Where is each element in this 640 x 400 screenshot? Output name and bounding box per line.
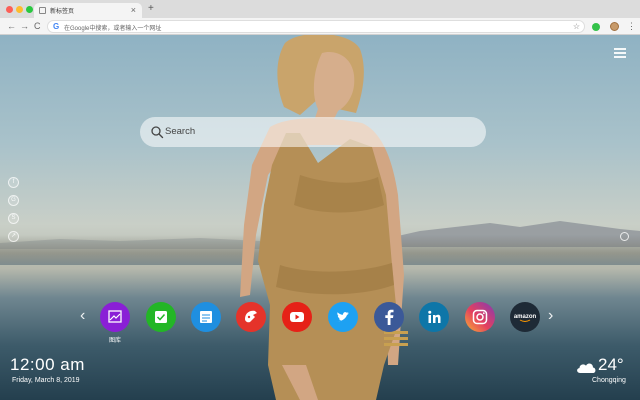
tab-title: 新标签页 bbox=[50, 9, 75, 15]
cloud-icon bbox=[577, 363, 596, 373]
shortcuts-prev-button[interactable]: ‹ bbox=[80, 307, 85, 325]
new-tab-page: Search f G S ↗ ‹ › 图库 amazon 12:00 am Fr… bbox=[0, 35, 640, 400]
clock-time: 12:00 am bbox=[10, 355, 85, 374]
settings-menu-icon[interactable] bbox=[614, 48, 626, 58]
tab-bar: 新标签页 × + bbox=[0, 0, 640, 18]
address-placeholder: 在Google中搜索，或者输入一个网址 bbox=[64, 26, 162, 32]
window-close-button[interactable] bbox=[6, 6, 13, 13]
new-tab-button[interactable]: + bbox=[148, 3, 154, 15]
bookmark-star-icon[interactable]: ☆ bbox=[573, 21, 580, 32]
tab-close-icon[interactable]: × bbox=[131, 4, 136, 16]
page-icon bbox=[39, 7, 46, 14]
instagram-icon bbox=[465, 302, 495, 332]
share-icon[interactable]: ↗ bbox=[8, 231, 19, 242]
gallery-icon bbox=[100, 302, 130, 332]
youtube-icon bbox=[282, 302, 312, 332]
twitter-icon bbox=[328, 302, 358, 332]
back-button[interactable]: ← bbox=[7, 19, 16, 33]
shortcut-youtube[interactable] bbox=[282, 302, 312, 332]
game-icon bbox=[236, 302, 266, 332]
forward-button[interactable]: → bbox=[20, 19, 29, 33]
weather-temperature: 24° bbox=[598, 355, 624, 374]
browser-tab[interactable]: 新标签页 × bbox=[34, 3, 142, 18]
shortcut-notes[interactable] bbox=[191, 302, 221, 332]
shortcut-gallery-label: 图库 bbox=[108, 338, 121, 344]
browser-toolbar: ← → C G 在Google中搜索，或者输入一个网址 ☆ ⋮ bbox=[0, 18, 640, 35]
shortcut-gallery[interactable] bbox=[100, 302, 130, 332]
reload-button[interactable]: C bbox=[34, 19, 41, 33]
address-bar[interactable]: G 在Google中搜索，或者输入一个网址 ☆ bbox=[47, 20, 585, 33]
search-icon bbox=[151, 126, 164, 139]
shortcut-facebook[interactable] bbox=[374, 302, 404, 332]
notes-icon bbox=[191, 302, 221, 332]
shortcut-instagram[interactable] bbox=[465, 302, 495, 332]
window-minimize-button[interactable] bbox=[16, 6, 23, 13]
shortcut-tasks[interactable] bbox=[146, 302, 176, 332]
checklist-icon bbox=[146, 302, 176, 332]
profile-avatar[interactable] bbox=[610, 22, 619, 31]
facebook-icon[interactable]: f bbox=[8, 177, 19, 188]
shortcut-amazon[interactable]: amazon bbox=[510, 302, 540, 332]
info-circle-icon[interactable] bbox=[620, 232, 629, 241]
shortcut-game[interactable] bbox=[236, 302, 266, 332]
extension-icon[interactable] bbox=[592, 23, 600, 31]
skype-icon[interactable]: S bbox=[8, 213, 19, 224]
google-icon: G bbox=[53, 22, 60, 31]
shortcut-twitter[interactable] bbox=[328, 302, 358, 332]
linkedin-icon bbox=[419, 302, 449, 332]
background-photo-figure bbox=[240, 35, 408, 400]
search-input[interactable]: Search bbox=[165, 126, 195, 137]
window-maximize-button[interactable] bbox=[26, 6, 33, 13]
shortcut-linkedin[interactable] bbox=[419, 302, 449, 332]
weather-city: Chongqing bbox=[592, 377, 626, 384]
facebook-icon bbox=[374, 302, 404, 332]
amazon-logo-text: amazon bbox=[514, 314, 537, 320]
google-plus-icon[interactable]: G bbox=[8, 195, 19, 206]
shortcuts-next-button[interactable]: › bbox=[548, 307, 553, 325]
amazon-icon: amazon bbox=[510, 302, 540, 332]
search-bar[interactable]: Search bbox=[140, 117, 486, 147]
clock-date: Friday, March 8, 2019 bbox=[12, 377, 80, 384]
browser-menu-icon[interactable]: ⋮ bbox=[627, 19, 636, 33]
